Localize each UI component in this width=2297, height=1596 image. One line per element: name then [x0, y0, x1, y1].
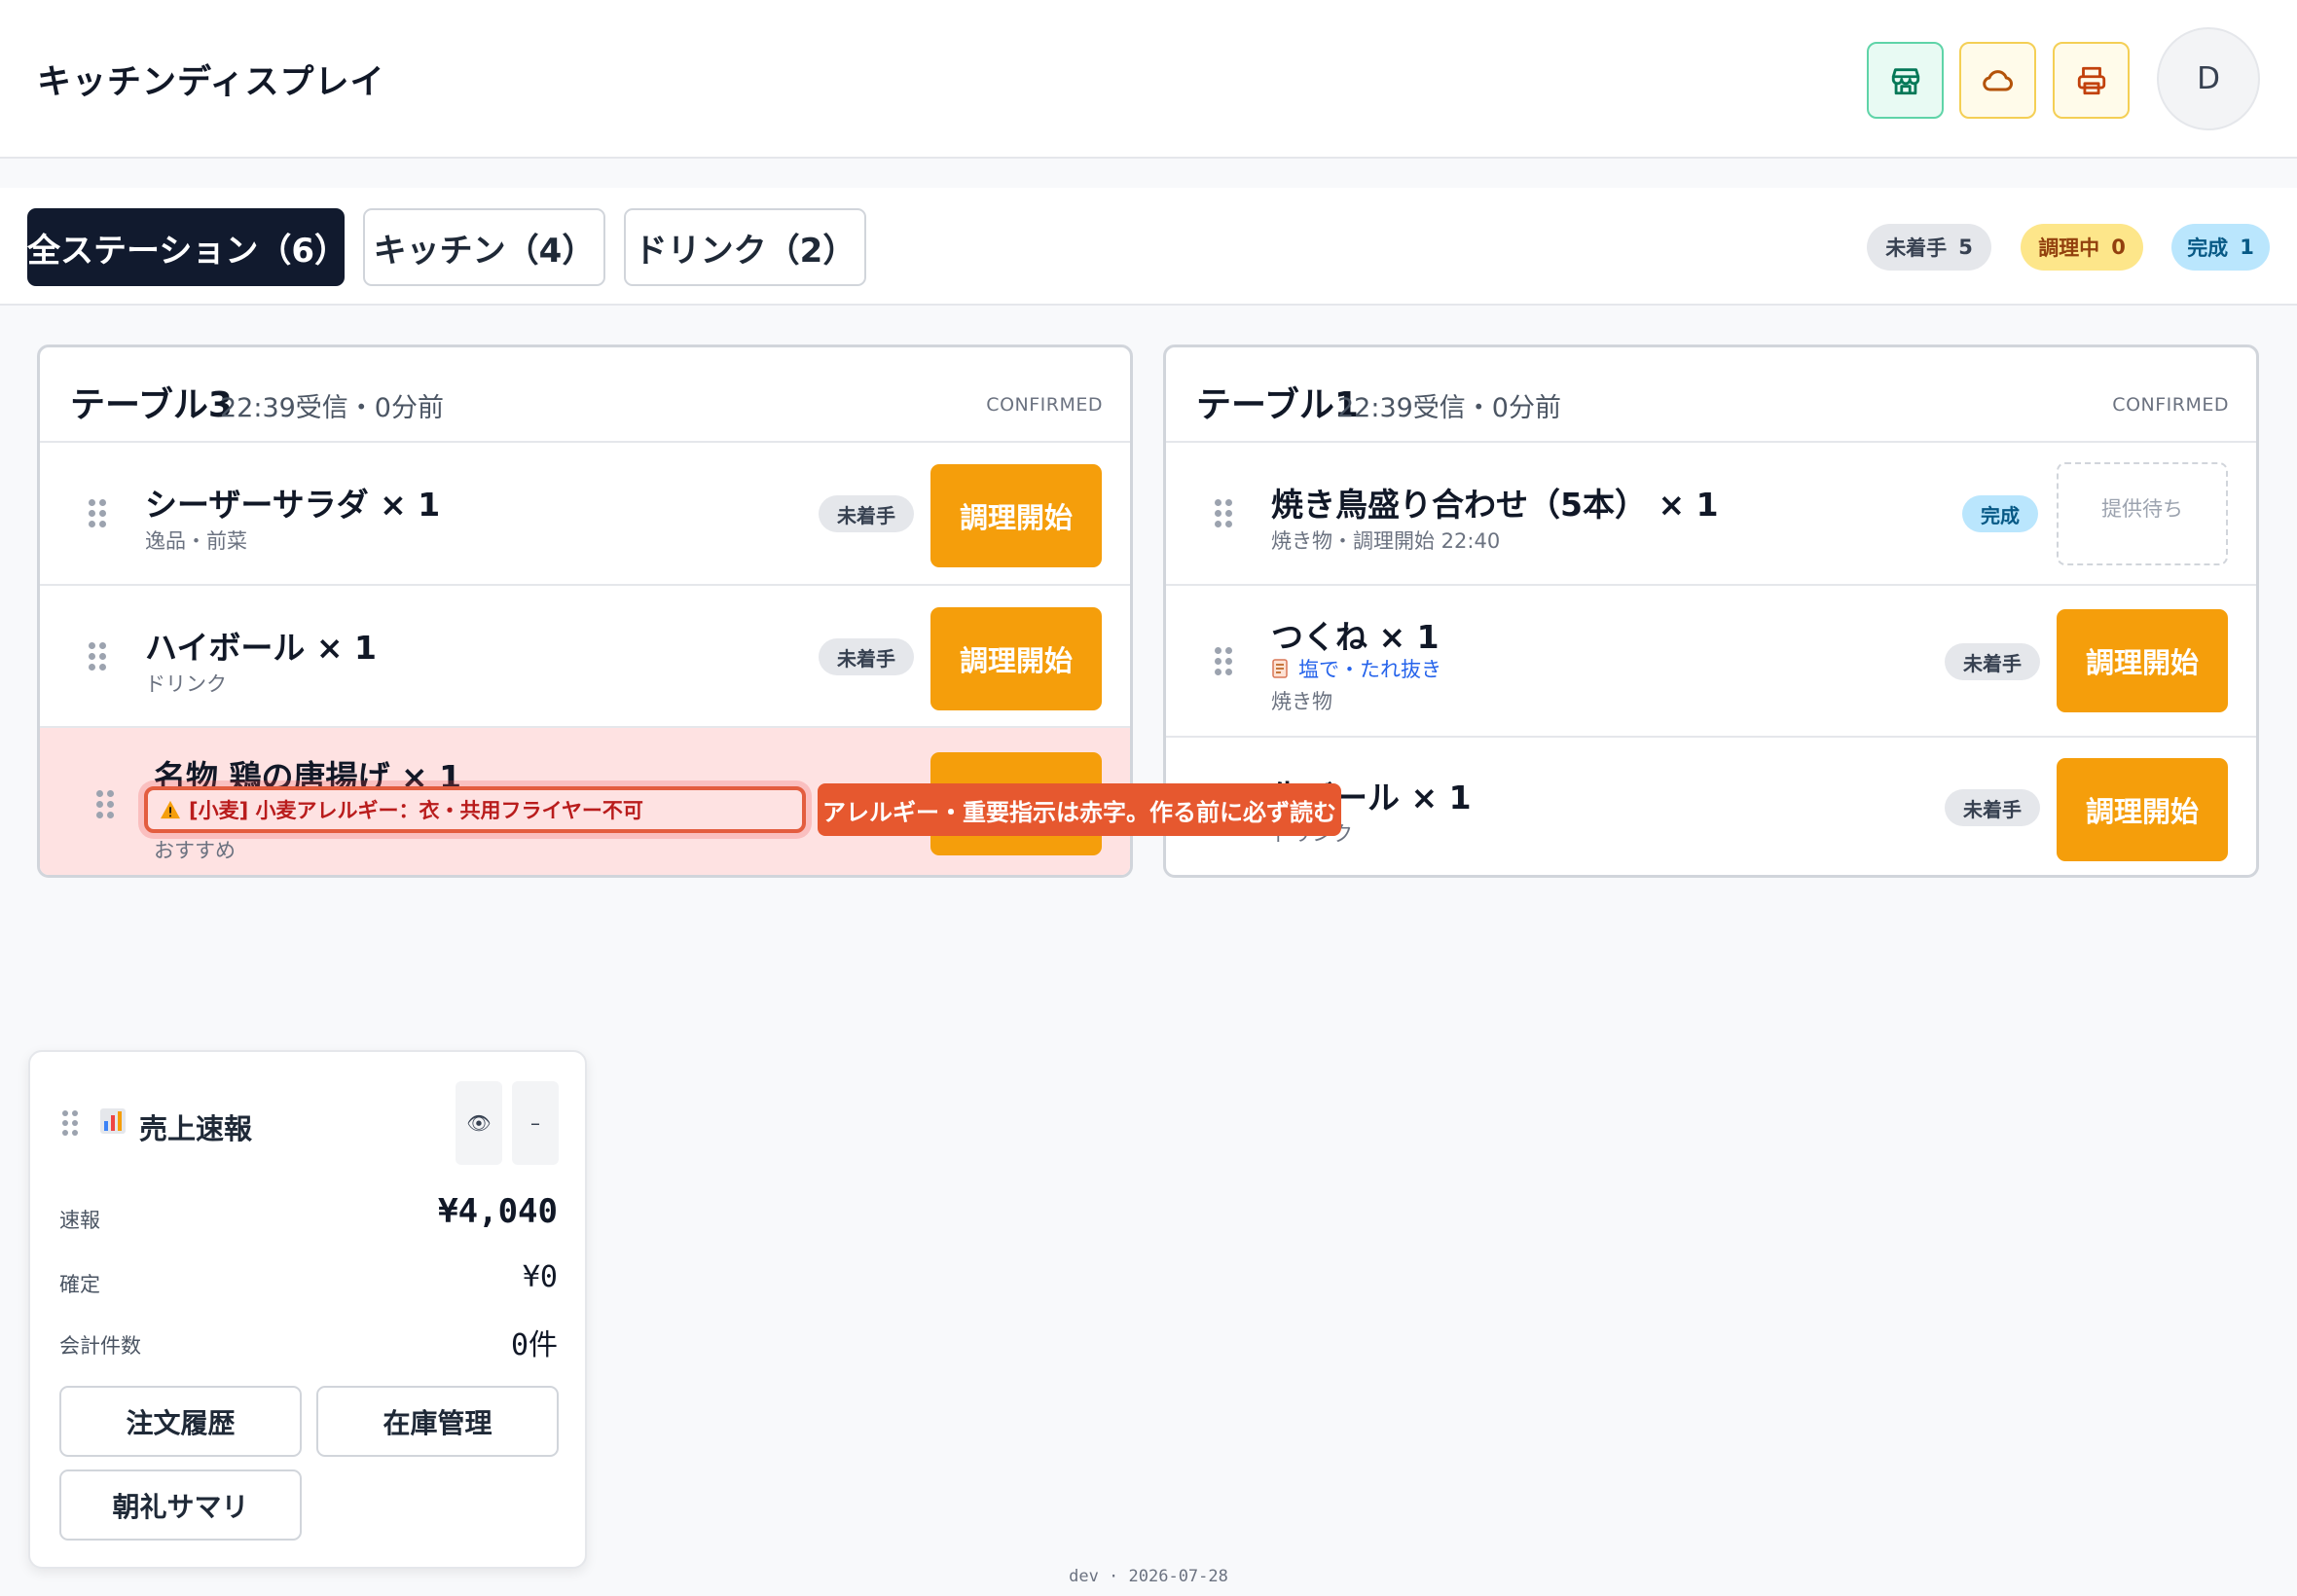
count-cooking-badge: 調理中 0	[2021, 224, 2143, 271]
station-bar: 全ステーション（6） キッチン（4） ドリンク（2） 未着手 5 調理中 0 完…	[0, 188, 2297, 306]
order-card-header: テーブル3 22:39受信・0分前 CONFIRMED	[40, 347, 1130, 443]
awaiting-serve-button: 提供待ち	[2057, 462, 2228, 565]
order-item-row: ハイボール × 1 ドリンク 未着手 調理開始	[40, 586, 1130, 728]
app-header: キッチンディスプレイ D	[0, 0, 2297, 159]
cloud-sync-button[interactable]	[1959, 42, 2036, 119]
item-note: 塩で・たれ抜き	[1271, 654, 1441, 683]
printer-icon	[2077, 66, 2105, 94]
count-pending-badge: 未着手 5	[1867, 224, 1991, 271]
drag-handle-icon[interactable]	[62, 1110, 80, 1140]
avatar[interactable]: D	[2157, 27, 2260, 130]
allergy-warning: [小麦] 小麦アレルギー：衣・共用フライヤー不可	[144, 786, 806, 833]
note-text: 塩で・たれ抜き	[1298, 658, 1441, 681]
item-name: 焼き鳥盛り合わせ（5本） × 1	[1271, 486, 1719, 524]
store-button[interactable]	[1867, 42, 1944, 119]
print-button[interactable]	[2053, 42, 2130, 119]
order-status: CONFIRMED	[2112, 394, 2229, 416]
count-done-badge: 完成 1	[2171, 224, 2270, 271]
item-category: ドリンク	[145, 672, 227, 696]
order-meta: 22:39受信・0分前	[1337, 393, 1561, 423]
sales-value: 0件	[510, 1328, 558, 1362]
allergy-text: [小麦] 小麦アレルギー：衣・共用フライヤー不可	[189, 799, 643, 822]
item-name: ハイボール × 1	[145, 629, 377, 667]
order-item-row: つくね × 1 塩で・たれ抜き 焼き物 未着手 調理開始	[1166, 586, 2256, 738]
status-badge: 未着手	[819, 638, 914, 675]
start-cooking-button[interactable]: 調理開始	[2057, 609, 2228, 712]
count-label: 未着手	[1885, 236, 1948, 260]
drag-handle-icon[interactable]	[89, 499, 106, 528]
minimize-button[interactable]: –	[512, 1081, 559, 1165]
bar-chart-icon	[100, 1108, 126, 1134]
sales-label: 確定	[59, 1273, 100, 1296]
page-title: キッチンディスプレイ	[37, 63, 385, 102]
warning-icon	[161, 800, 180, 819]
table-name: テーブル1	[1196, 385, 1359, 425]
count-label: 完成	[2187, 236, 2229, 260]
inventory-button[interactable]: 在庫管理	[316, 1386, 559, 1457]
item-name: シーザーサラダ × 1	[145, 486, 441, 524]
count-value: 1	[2240, 236, 2254, 259]
table-name: テーブル3	[70, 385, 233, 425]
item-category: 逸品・前菜	[145, 529, 247, 553]
order-meta: 22:39受信・0分前	[220, 393, 444, 423]
status-badge: 未着手	[819, 495, 914, 532]
eye-icon[interactable]: 👁	[456, 1081, 502, 1165]
count-label: 調理中	[2038, 236, 2100, 260]
sales-value: ¥0	[522, 1260, 558, 1294]
drag-handle-icon[interactable]	[96, 790, 114, 819]
count-value: 5	[1958, 236, 1973, 259]
order-card-header: テーブル1 22:39受信・0分前 CONFIRMED	[1166, 347, 2256, 443]
order-item-row: シーザーサラダ × 1 逸品・前菜 未着手 調理開始	[40, 443, 1130, 586]
tab-all-stations[interactable]: 全ステーション（6）	[27, 208, 347, 286]
status-badge: 完成	[1962, 495, 2038, 532]
drag-handle-icon[interactable]	[1215, 499, 1232, 528]
sales-title: 売上速報	[139, 1112, 253, 1145]
status-badge: 未着手	[1945, 643, 2040, 680]
order-item-row: 焼き鳥盛り合わせ（5本） × 1 焼き物・調理開始 22:40 完成 提供待ち	[1166, 443, 2256, 586]
start-cooking-button[interactable]: 調理開始	[930, 607, 1102, 710]
item-category: おすすめ	[154, 839, 236, 862]
order-status: CONFIRMED	[986, 394, 1103, 416]
sales-label: 速報	[59, 1209, 100, 1232]
start-cooking-button[interactable]: 調理開始	[2057, 758, 2228, 861]
order-history-button[interactable]: 注文履歴	[59, 1386, 302, 1457]
drag-handle-icon[interactable]	[1215, 647, 1232, 676]
store-icon	[1891, 67, 1919, 94]
morning-summary-button[interactable]: 朝礼サマリ	[59, 1469, 302, 1541]
sales-widget: 売上速報 👁 – 速報 ¥4,040 確定 ¥0 会計件数 0件 注文履歴 在庫…	[28, 1050, 587, 1569]
allergy-tooltip: アレルギー・重要指示は赤字。作る前に必ず読む	[818, 783, 1341, 836]
count-value: 0	[2111, 236, 2126, 259]
item-category: 焼き物	[1271, 690, 1332, 713]
drag-handle-icon[interactable]	[89, 642, 106, 671]
status-badge: 未着手	[1945, 789, 2040, 826]
cloud-icon	[1982, 69, 2013, 91]
start-cooking-button[interactable]: 調理開始	[930, 464, 1102, 567]
tab-drink[interactable]: ドリンク（2）	[624, 208, 866, 286]
sales-value: ¥4,040	[438, 1192, 558, 1231]
tab-kitchen[interactable]: キッチン（4）	[363, 208, 605, 286]
footer-version: dev · 2026-07-28	[1069, 1567, 1228, 1586]
sales-label: 会計件数	[59, 1334, 141, 1358]
memo-icon	[1272, 659, 1288, 678]
item-name: つくね × 1	[1271, 618, 1440, 656]
item-category: 焼き物・調理開始 22:40	[1271, 529, 1501, 553]
